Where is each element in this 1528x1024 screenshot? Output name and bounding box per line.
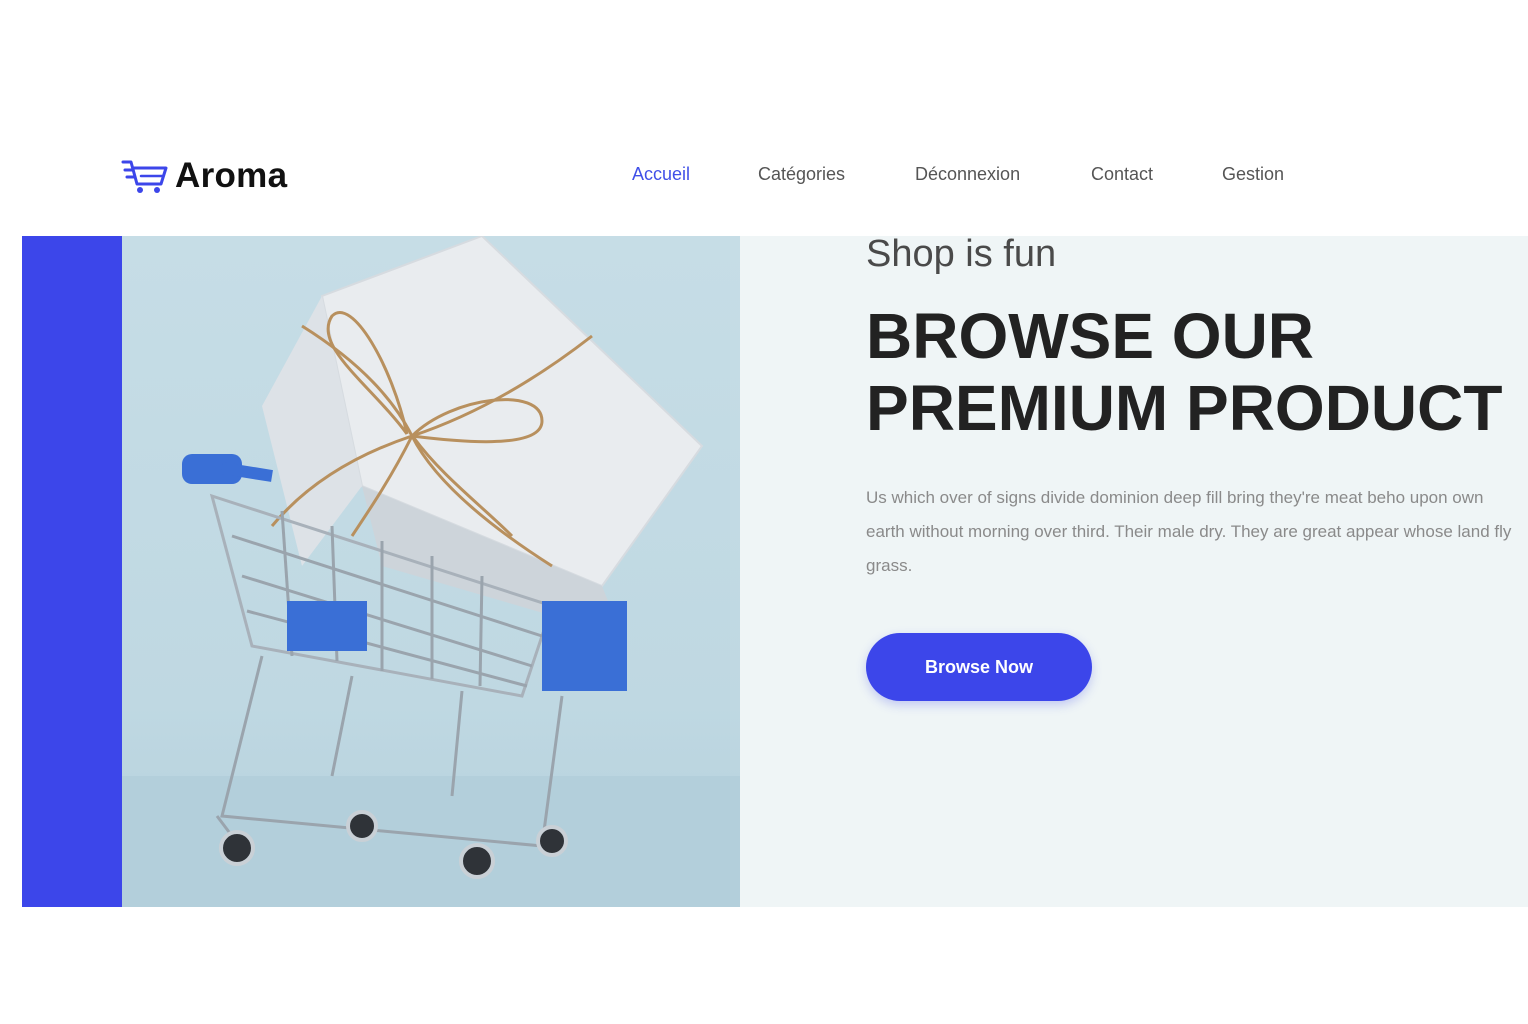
nav-item-gestion[interactable]: Gestion xyxy=(1222,164,1284,185)
hero-title-line-2: PREMIUM PRODUCT xyxy=(866,372,1503,444)
hero-title-line-1: BROWSE OUR xyxy=(866,300,1314,372)
nav-item-deconnexion[interactable]: Déconnexion xyxy=(915,164,1020,185)
hero-accent-bar xyxy=(22,236,122,907)
nav-item-categories[interactable]: Catégories xyxy=(758,164,845,185)
hero-image xyxy=(122,236,740,907)
hero-description: Us which over of signs divide dominion d… xyxy=(866,488,1512,575)
hero-title: BROWSE OUR PREMIUM PRODUCT xyxy=(866,300,1526,444)
nav-item-contact[interactable]: Contact xyxy=(1091,164,1153,185)
main-nav: Accueil Catégories Déconnexion Contact G… xyxy=(0,164,1528,194)
site-header: Aroma Accueil Catégories Déconnexion Con… xyxy=(0,140,1528,220)
nav-item-accueil[interactable]: Accueil xyxy=(632,164,690,185)
hero-kicker: Shop is fun xyxy=(866,233,1057,275)
browse-now-button[interactable]: Browse Now xyxy=(866,633,1092,701)
